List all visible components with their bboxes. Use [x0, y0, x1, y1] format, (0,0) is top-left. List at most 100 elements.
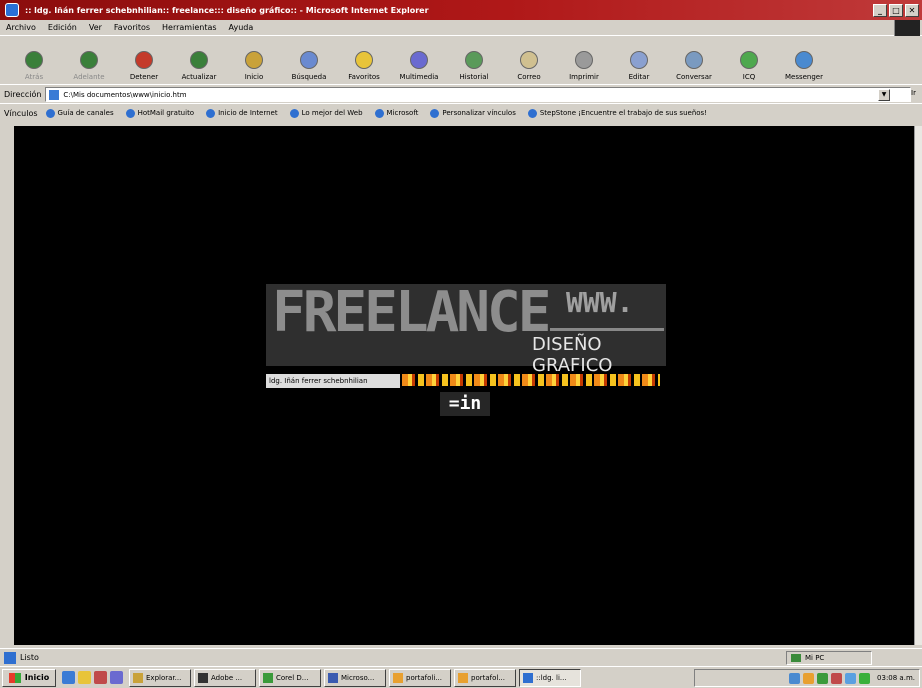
task-label: Adobe ... — [211, 673, 243, 682]
toolbar-label: Imprimir — [569, 73, 599, 81]
ie-icon — [5, 3, 19, 17]
start-label: Inicio — [24, 673, 50, 682]
go-button[interactable]: Ir — [911, 89, 916, 97]
taskbar: Inicio Explorar... Adobe ... Corel D... Mic… — [0, 666, 922, 688]
menu-ver[interactable]: Ver — [89, 23, 102, 32]
tray-antivirus-icon[interactable] — [817, 672, 829, 684]
start-button[interactable]: Inicio — [2, 668, 56, 687]
task-label: Microso... — [341, 673, 375, 682]
menu-ayuda[interactable]: Ayuda — [229, 23, 254, 32]
toolbar-label: Messenger — [784, 73, 823, 81]
link-label: StepStone ¡Encuentre el trabajo de sus s… — [539, 109, 707, 117]
toolbar-forward-arrow-button[interactable]: Adelante — [63, 38, 115, 84]
icq-icon — [740, 51, 758, 69]
toolbar-label: Multimedia — [399, 73, 439, 81]
toolbar-label: Historial — [459, 73, 489, 81]
taskbar-button[interactable]: portafol... — [454, 668, 516, 687]
task-app-icon — [523, 672, 533, 683]
address-label: Dirección — [4, 90, 42, 99]
address-bar: Dirección C:\Mis documentos\www\inicio.h… — [0, 86, 922, 104]
close-button[interactable]: ✕ — [905, 3, 919, 17]
toolbar-icq-button[interactable]: ICQ — [723, 38, 775, 84]
logo-www: WWW. — [566, 286, 634, 319]
security-zone: Mi PC — [786, 651, 872, 665]
task-app-icon — [393, 672, 403, 683]
toolbar-label: Búsqueda — [291, 73, 327, 81]
link-label: Microsoft — [386, 109, 419, 117]
toolbar-favorites-button[interactable]: Favoritos — [338, 38, 390, 84]
links-label: Vínculos — [4, 108, 38, 118]
links-bar: Vínculos Guía de canales HotMail gratuito… — [0, 105, 922, 121]
taskbar-button[interactable]: ::ldg. li... — [519, 668, 581, 687]
chevron-down-icon[interactable]: ▼ — [878, 89, 890, 101]
taskbar-button[interactable]: Microso... — [324, 668, 386, 687]
logo-divider — [550, 328, 664, 331]
enter-button[interactable]: =in — [440, 392, 490, 416]
toolbar-media-button[interactable]: Multimedia — [393, 38, 445, 84]
menu-edicion[interactable]: Edición — [48, 23, 77, 32]
link-label: Personalizar vínculos — [442, 109, 516, 117]
mail-icon — [520, 51, 538, 69]
media-icon — [410, 51, 428, 69]
toolbar-refresh-button[interactable]: Actualizar — [173, 38, 225, 84]
taskbar-button[interactable]: portafoli... — [389, 668, 451, 687]
toolbar-messenger-button[interactable]: Messenger — [778, 38, 830, 84]
computer-icon — [791, 654, 801, 662]
task-label: portafol... — [471, 673, 506, 682]
minimize-button[interactable]: _ — [873, 3, 887, 17]
tray-messenger-icon[interactable] — [831, 672, 843, 684]
logo-word: FREELANCE — [272, 280, 551, 345]
link-item[interactable]: Lo mejor del Web — [289, 108, 363, 118]
taskbar-button[interactable]: Explorar... — [129, 668, 191, 687]
toolbar-search-button[interactable]: Búsqueda — [283, 38, 335, 84]
ie-link-icon — [206, 108, 216, 118]
toolbar-label: Atrás — [24, 73, 44, 81]
desktop-quick-icon[interactable] — [78, 671, 91, 684]
tray-icq-icon[interactable] — [859, 672, 871, 684]
toolbar-label: Correo — [517, 73, 541, 81]
toolbar-edit-button[interactable]: Editar — [613, 38, 665, 84]
taskbar-button[interactable]: Corel D... — [259, 668, 321, 687]
page-status-icon — [4, 651, 16, 664]
outlook-quick-icon[interactable] — [94, 671, 107, 684]
link-item[interactable]: Guía de canales — [45, 108, 114, 118]
menu-archivo[interactable]: Archivo — [6, 23, 36, 32]
toolbar-stop-button[interactable]: Detener — [118, 38, 170, 84]
vertical-scrollbar[interactable] — [914, 126, 922, 645]
messenger-icon — [795, 51, 813, 69]
edit-icon — [630, 51, 648, 69]
ie-link-icon — [430, 108, 440, 118]
address-input[interactable]: C:\Mis documentos\www\inicio.htm — [45, 87, 912, 102]
color-stripes — [402, 374, 660, 386]
link-item[interactable]: StepStone ¡Encuentre el trabajo de sus s… — [527, 108, 707, 118]
toolbar-back-arrow-button[interactable]: Atrás — [8, 38, 60, 84]
tray-network-icon[interactable] — [789, 672, 801, 684]
tray-app-icon[interactable] — [803, 672, 815, 684]
maximize-button[interactable]: □ — [889, 3, 903, 17]
designer-name-tag: ldg. Iñán ferrer schebnhilian — [266, 374, 400, 388]
link-item[interactable]: Personalizar vínculos — [430, 108, 516, 118]
ie-quick-icon[interactable] — [62, 671, 75, 684]
link-item[interactable]: Microsoft — [374, 108, 419, 118]
toolbar-home-button[interactable]: Inicio — [228, 38, 280, 84]
toolbar-mail-button[interactable]: Correo — [503, 38, 555, 84]
favorites-icon — [355, 51, 373, 69]
status-text: Listo — [20, 653, 39, 662]
taskbar-button[interactable]: Adobe ... — [194, 668, 256, 687]
tray-volume-icon[interactable] — [845, 672, 857, 684]
menu-herramientas[interactable]: Herramientas — [162, 23, 217, 32]
toolbar-print-button[interactable]: Imprimir — [558, 38, 610, 84]
media-quick-icon[interactable] — [110, 671, 123, 684]
logo-subtitle: DISEÑO GRAFICO — [532, 334, 613, 376]
toolbar-discuss-button[interactable]: Conversar — [668, 38, 720, 84]
task-label: Explorar... — [146, 673, 182, 682]
task-app-icon — [133, 672, 143, 683]
toolbar-history-button[interactable]: Historial — [448, 38, 500, 84]
link-item[interactable]: HotMail gratuito — [125, 108, 194, 118]
menu-favoritos[interactable]: Favoritos — [114, 23, 150, 32]
link-item[interactable]: Inicio de Internet — [206, 108, 278, 118]
link-label: Lo mejor del Web — [301, 109, 363, 117]
task-app-icon — [328, 672, 338, 683]
home-icon — [245, 51, 263, 69]
stop-icon — [135, 51, 153, 69]
